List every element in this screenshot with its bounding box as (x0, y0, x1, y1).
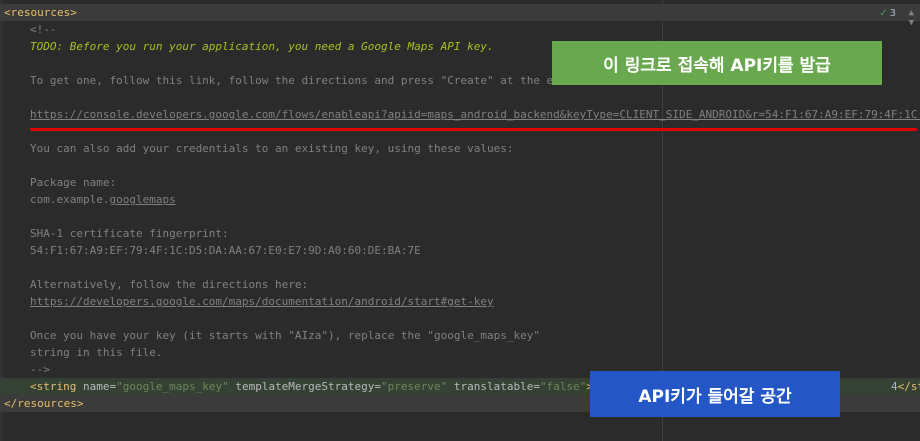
code-token: <resources> (4, 6, 77, 19)
inspection-widget[interactable]: ✓ 3 (879, 8, 896, 19)
code-line[interactable]: You can also add your credentials to an … (0, 140, 920, 157)
code-line[interactable] (0, 123, 920, 140)
code-line[interactable]: Package name: (0, 174, 920, 191)
code-token: You can also add your credentials to an … (30, 142, 514, 155)
code-link[interactable]: https://console.developers.google.com/fl… (30, 108, 920, 121)
code-line[interactable] (0, 310, 920, 327)
code-line[interactable]: string in this file. (0, 344, 920, 361)
code-link[interactable]: googlemaps (109, 193, 175, 206)
code-token: "false" (539, 380, 587, 393)
issue-key-callout: 이 링크로 접속해 API키를 발급 (552, 41, 882, 85)
code-token: </string> (897, 380, 920, 393)
code-token: Alternatively, follow the directions her… (30, 278, 309, 291)
code-token: <string (30, 380, 83, 393)
code-token: </resources> (4, 397, 84, 410)
issue-key-callout-text: 이 링크로 접속해 API키를 발급 (603, 55, 831, 76)
code-line[interactable] (0, 157, 920, 174)
code-line[interactable] (0, 259, 920, 276)
code-token: name= (82, 380, 117, 393)
code-token: TODO: Before you run your application, y… (30, 40, 494, 53)
code-token: --> (30, 363, 50, 376)
code-token: "google_maps_key" (116, 380, 236, 393)
code-token: string in this file. (30, 346, 163, 359)
code-token: <!-- (30, 23, 57, 36)
code-token: Package name: (30, 176, 117, 189)
code-token: com.example. (30, 193, 110, 206)
code-line[interactable]: https://console.developers.google.com/fl… (0, 106, 920, 123)
code-line[interactable]: <resources> (0, 4, 920, 21)
code-editor[interactable]: <resources> <!-- TODO: Before you run your… (0, 0, 920, 441)
code-line[interactable]: com.example.googlemaps (0, 191, 920, 208)
link-underline (30, 128, 917, 131)
code-token: SHA-1 certificate fingerprint: (30, 227, 229, 240)
chevron-up-icon[interactable]: ▲ (909, 8, 914, 18)
key-slot-callout-text: API키가 들어갈 공간 (638, 386, 792, 407)
inspection-count: 3 (889, 8, 896, 19)
code-line[interactable]: https://developers.google.com/maps/docum… (0, 293, 920, 310)
code-token: templateMergeStrategy= (235, 380, 382, 393)
check-icon: ✓ (879, 8, 888, 19)
code-token: "preserve" (381, 380, 454, 393)
code-line[interactable]: 54:F1:67:A9:EF:79:4F:1C:D5:DA:AA:67:E0:E… (0, 242, 920, 259)
code-token: To get one, follow this link, follow the… (30, 74, 574, 87)
code-line[interactable] (0, 208, 920, 225)
code-line[interactable] (0, 89, 920, 106)
code-line[interactable]: Alternatively, follow the directions her… (0, 276, 920, 293)
code-token: translatable= (453, 380, 540, 393)
code-line[interactable]: SHA-1 certificate fingerprint: (0, 225, 920, 242)
code-link[interactable]: https://developers.google.com/maps/docum… (30, 295, 494, 308)
code-line[interactable]: Once you have your key (it starts with "… (0, 327, 920, 344)
key-slot-callout: API키가 들어갈 공간 (590, 371, 840, 417)
code-token: Once you have your key (it starts with "… (30, 329, 540, 342)
code-token: 54:F1:67:A9:EF:79:4F:1C:D5:DA:AA:67:E0:E… (30, 244, 421, 257)
code-line[interactable]: <!-- (0, 21, 920, 38)
chevron-down-icon[interactable]: ▼ (909, 18, 914, 28)
